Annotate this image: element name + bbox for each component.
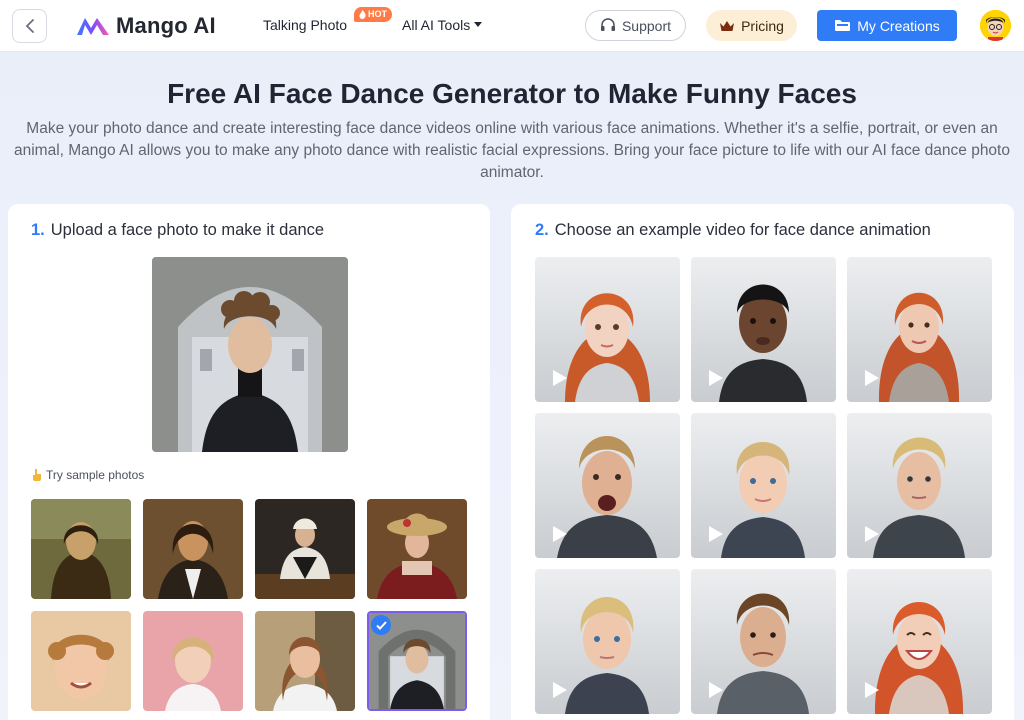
support-button[interactable]: Support xyxy=(585,10,686,41)
hand-pointer-icon xyxy=(33,469,41,481)
hot-badge: HOT xyxy=(354,7,392,22)
mango-logo-icon xyxy=(77,18,109,35)
brand-logo[interactable]: Mango AI xyxy=(76,12,216,40)
page-subtitle: Make your photo dance and create interes… xyxy=(14,120,1010,181)
step-2-heading: 2. Choose an example video for face dance… xyxy=(535,221,931,240)
example-video-blond-boy[interactable] xyxy=(691,413,836,558)
crown-icon xyxy=(720,20,735,31)
pricing-button[interactable]: Pricing xyxy=(706,10,797,41)
play-icon xyxy=(553,526,567,542)
step-1-label: Upload a face photo to make it dance xyxy=(50,221,325,239)
back-button[interactable] xyxy=(12,9,47,43)
sample-photo-long-haired-man[interactable] xyxy=(143,499,243,599)
play-icon xyxy=(709,370,723,386)
page-title: Free AI Face Dance Generator to Make Fun… xyxy=(167,78,857,109)
sample-photo-mona-lisa[interactable] xyxy=(31,499,131,599)
step-1-heading: 1. Upload a face photo to make it dance xyxy=(31,221,324,240)
example-video-laughing-red-hair-woman[interactable] xyxy=(847,569,992,714)
hot-badge-label: HOT xyxy=(368,9,387,19)
brand-name: Mango AI xyxy=(116,13,216,38)
avatar-face-icon xyxy=(980,10,1011,41)
play-icon xyxy=(553,682,567,698)
try-sample-photos-label: Try sample photos xyxy=(46,468,145,482)
support-label: Support xyxy=(621,17,672,34)
sample-photo-curly-child[interactable] xyxy=(31,611,131,711)
upload-panel: 1. Upload a face photo to make it dance T… xyxy=(8,204,490,720)
example-video-red-hair-girl[interactable] xyxy=(535,257,680,402)
sample-photo-woman-with-hat[interactable] xyxy=(367,499,467,599)
caret-down-icon xyxy=(474,22,483,27)
play-icon xyxy=(553,370,567,386)
sample-photo-curly-young-man[interactable] xyxy=(367,611,467,711)
example-video-red-hair-woman[interactable] xyxy=(847,257,992,402)
sample-photo-toddler-girl[interactable] xyxy=(143,611,243,711)
fire-icon xyxy=(359,10,366,19)
nav-talking-photo[interactable]: Talking Photo xyxy=(263,17,347,33)
try-sample-photos: Try sample photos xyxy=(32,468,144,482)
play-icon xyxy=(865,526,879,542)
step-2-number: 2. xyxy=(535,221,549,239)
example-video-brunette-man[interactable] xyxy=(691,569,836,714)
uploaded-face-photo[interactable] xyxy=(152,257,348,452)
example-video-shouting-blond-man[interactable] xyxy=(535,413,680,558)
my-creations-button[interactable]: My Creations xyxy=(817,10,957,41)
top-header: Mango AI Talking Photo HOT All AI Tools … xyxy=(0,0,1024,52)
play-icon xyxy=(865,370,879,386)
step-2-label: Choose an example video for face dance a… xyxy=(554,221,931,239)
play-icon xyxy=(865,682,879,698)
example-video-blond-kid-boy[interactable] xyxy=(535,569,680,714)
play-icon xyxy=(709,682,723,698)
chevron-left-icon xyxy=(25,19,34,33)
example-video-blond-young-man[interactable] xyxy=(847,413,992,558)
user-avatar[interactable] xyxy=(980,10,1011,41)
sample-photo-young-woman[interactable] xyxy=(255,611,355,711)
nav-all-ai-tools-label: All AI Tools xyxy=(402,17,471,33)
nav-all-ai-tools[interactable]: All AI Tools xyxy=(402,17,483,33)
my-creations-label: My Creations xyxy=(857,17,940,34)
example-videos-panel: 2. Choose an example video for face dance… xyxy=(511,204,1014,720)
folder-icon xyxy=(835,20,851,31)
step-1-number: 1. xyxy=(31,221,45,239)
headset-icon xyxy=(600,18,615,31)
example-video-dark-skin-man[interactable] xyxy=(691,257,836,402)
pricing-label: Pricing xyxy=(741,17,784,34)
play-icon xyxy=(709,526,723,542)
selected-check-icon xyxy=(371,615,391,635)
sample-photo-man-at-table[interactable] xyxy=(255,499,355,599)
